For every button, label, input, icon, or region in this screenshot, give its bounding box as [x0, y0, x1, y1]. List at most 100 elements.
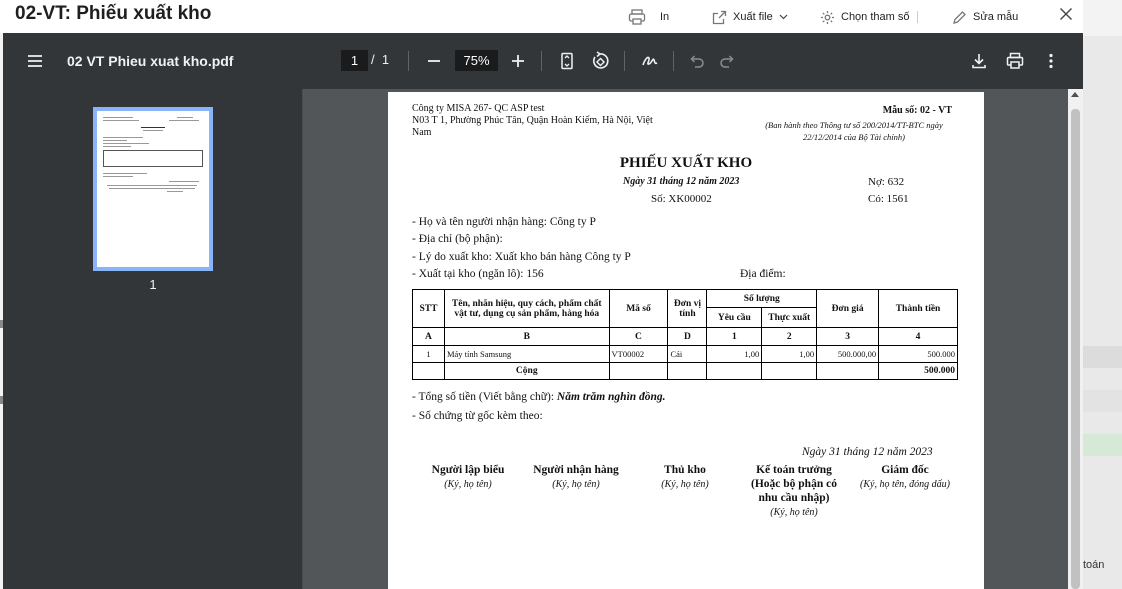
- column-index: A: [412, 327, 445, 346]
- dialog-header: 02-VT: Phiếu xuất kho In Xuất file Chọn …: [0, 0, 1083, 33]
- background-label: toán: [1083, 559, 1105, 571]
- header-quantity: Số lượng: [706, 289, 818, 308]
- pdf-print-button[interactable]: [1005, 51, 1025, 71]
- scrollbar-thumb[interactable]: [1071, 109, 1080, 589]
- company-address: N03 T 1, Phường Phúc Tân, Quận Hoàn Kiếm…: [412, 115, 653, 138]
- close-button[interactable]: [1058, 6, 1074, 22]
- receiver-line: - Họ và tên người nhận hàng: Công ty P: [412, 216, 596, 228]
- thumbnail-line: [169, 120, 199, 121]
- cell-amount: 500.000: [878, 345, 958, 363]
- total-in-words-label: - Tổng số tiền (Viết bằng chữ):: [412, 391, 555, 403]
- signature-role: Giám đốc: [881, 464, 929, 476]
- signature-director: Giám đốc (Ký, họ tên, đóng dấu): [850, 463, 960, 492]
- signature-note: (Ký, họ tên): [770, 507, 818, 518]
- printer-icon: [1006, 52, 1024, 69]
- signature-role: Kế toán trưởng (Hoặc bộ phận có nhu cầu …: [751, 464, 837, 504]
- annotate-button[interactable]: [640, 51, 660, 71]
- document-number: Số: XK00002: [651, 193, 712, 205]
- background-panel-right: [1083, 36, 1122, 589]
- rotate-button[interactable]: [590, 51, 610, 71]
- zoom-in-button[interactable]: [508, 51, 528, 71]
- thumbnail-line: [103, 120, 139, 121]
- zoom-out-button[interactable]: [424, 51, 444, 71]
- signature-date: Ngày 31 tháng 12 năm 2023: [802, 446, 933, 458]
- location-line: Địa điểm:: [740, 268, 786, 280]
- undo-button[interactable]: [686, 51, 706, 71]
- vertical-scrollbar[interactable]: [1068, 89, 1083, 589]
- total-row: Cộng 500.000: [412, 362, 958, 380]
- page-thumbnail[interactable]: [93, 107, 213, 271]
- thumbnail-line: [109, 188, 195, 189]
- thumbnail-line: [107, 185, 197, 186]
- menu-button[interactable]: [25, 51, 45, 71]
- header-unit: Đơn vị tính: [667, 289, 708, 328]
- draw-icon: [642, 56, 658, 66]
- column-index-row: A B C D 1 2 3 4: [412, 327, 958, 346]
- company-info: Công ty MISA 267- QC ASP test N03 T 1, P…: [412, 103, 662, 139]
- hamburger-menu-icon: [28, 55, 42, 67]
- header-name: Tên, nhãn hiệu, quy cách, phẩm chất vật …: [443, 289, 610, 328]
- toolbar-divider: [541, 51, 542, 71]
- page-number-input[interactable]: 1: [341, 50, 368, 71]
- thumbnail-line: [103, 176, 133, 177]
- signature-note: (Ký, họ tên): [444, 479, 492, 490]
- gear-icon: [821, 10, 834, 24]
- column-index: 2: [761, 327, 818, 346]
- document-area[interactable]: Công ty MISA 267- QC ASP test N03 T 1, P…: [304, 89, 1069, 589]
- dialog-title: 02-VT: Phiếu xuất kho: [15, 3, 212, 24]
- warehouse-line: - Xuất tại kho (ngăn lô): 156: [412, 268, 544, 280]
- cell-empty: [608, 362, 669, 380]
- header-qty-actual: Thực xuất: [761, 307, 818, 328]
- thumbnail-line: [143, 130, 163, 131]
- cell-qty-actual: 1,00: [761, 345, 818, 363]
- edit-template-button[interactable]: Sửa mẫu: [952, 7, 1018, 27]
- thumbnail-line: [177, 117, 193, 118]
- thumbnail-line: [103, 143, 149, 144]
- items-table: STT Tên, nhãn hiệu, quy cách, phẩm chất …: [412, 289, 958, 380]
- pdf-viewer: 02 VT Phieu xuat kho.pdf 1 / 1 75% 1 Côn…: [3, 33, 1083, 589]
- scroll-up-arrow-icon[interactable]: [1071, 92, 1079, 97]
- chevron-down-icon: [779, 14, 788, 20]
- zoom-input[interactable]: 75%: [455, 50, 498, 71]
- column-index: B: [443, 327, 610, 346]
- attachments-line: - Số chứng từ gốc kèm theo:: [412, 410, 543, 422]
- thumbnail-table: [103, 150, 203, 167]
- print-button[interactable]: In: [628, 7, 669, 27]
- company-name: Công ty MISA 267- QC ASP test: [412, 103, 545, 114]
- more-options-button[interactable]: [1041, 51, 1061, 71]
- fit-to-page-icon: [561, 52, 573, 70]
- header-code: Mã số: [608, 289, 669, 328]
- select-parameters-button[interactable]: Chọn tham số: [820, 7, 909, 27]
- column-index: C: [608, 327, 669, 346]
- page-total: 1: [381, 52, 390, 67]
- export-icon: [712, 10, 727, 24]
- fit-page-button[interactable]: [557, 51, 577, 71]
- export-file-button[interactable]: Xuất file: [712, 7, 788, 27]
- column-index: 3: [816, 327, 880, 346]
- thumbnail-line: [141, 127, 165, 128]
- thumbnail-page-number: 1: [149, 277, 157, 292]
- credit-account: Có: 1561: [868, 193, 909, 205]
- background-row: [1083, 390, 1122, 412]
- header-price: Đơn giá: [816, 289, 880, 328]
- more-vertical-icon: [1049, 53, 1053, 69]
- redo-button[interactable]: [718, 51, 738, 71]
- header-divider: [917, 11, 918, 23]
- page-count: / 1: [371, 52, 389, 67]
- plus-icon: [512, 55, 524, 67]
- printer-icon: [628, 9, 646, 25]
- cell-empty: [667, 362, 708, 380]
- header-stt: STT: [412, 289, 445, 328]
- cell-name: Máy tính Samsung: [443, 345, 610, 363]
- thumbnail-line: [103, 140, 127, 141]
- print-label: In: [660, 11, 670, 23]
- signature-role: Người lập biểu: [431, 464, 505, 476]
- form-code: Mẫu số: 02 - VT: [882, 105, 952, 116]
- total-in-words-value: Năm trăm nghìn đồng.: [556, 391, 666, 403]
- debit-account: Nợ: 632: [868, 176, 905, 188]
- signature-role: Người nhận hàng: [533, 464, 619, 476]
- download-button[interactable]: [969, 51, 989, 71]
- export-label: Xuất file: [733, 11, 773, 23]
- signature-chief-accountant: Kế toán trưởng (Hoặc bộ phận có nhu cầu …: [744, 463, 844, 520]
- thumbnail-line: [103, 137, 143, 138]
